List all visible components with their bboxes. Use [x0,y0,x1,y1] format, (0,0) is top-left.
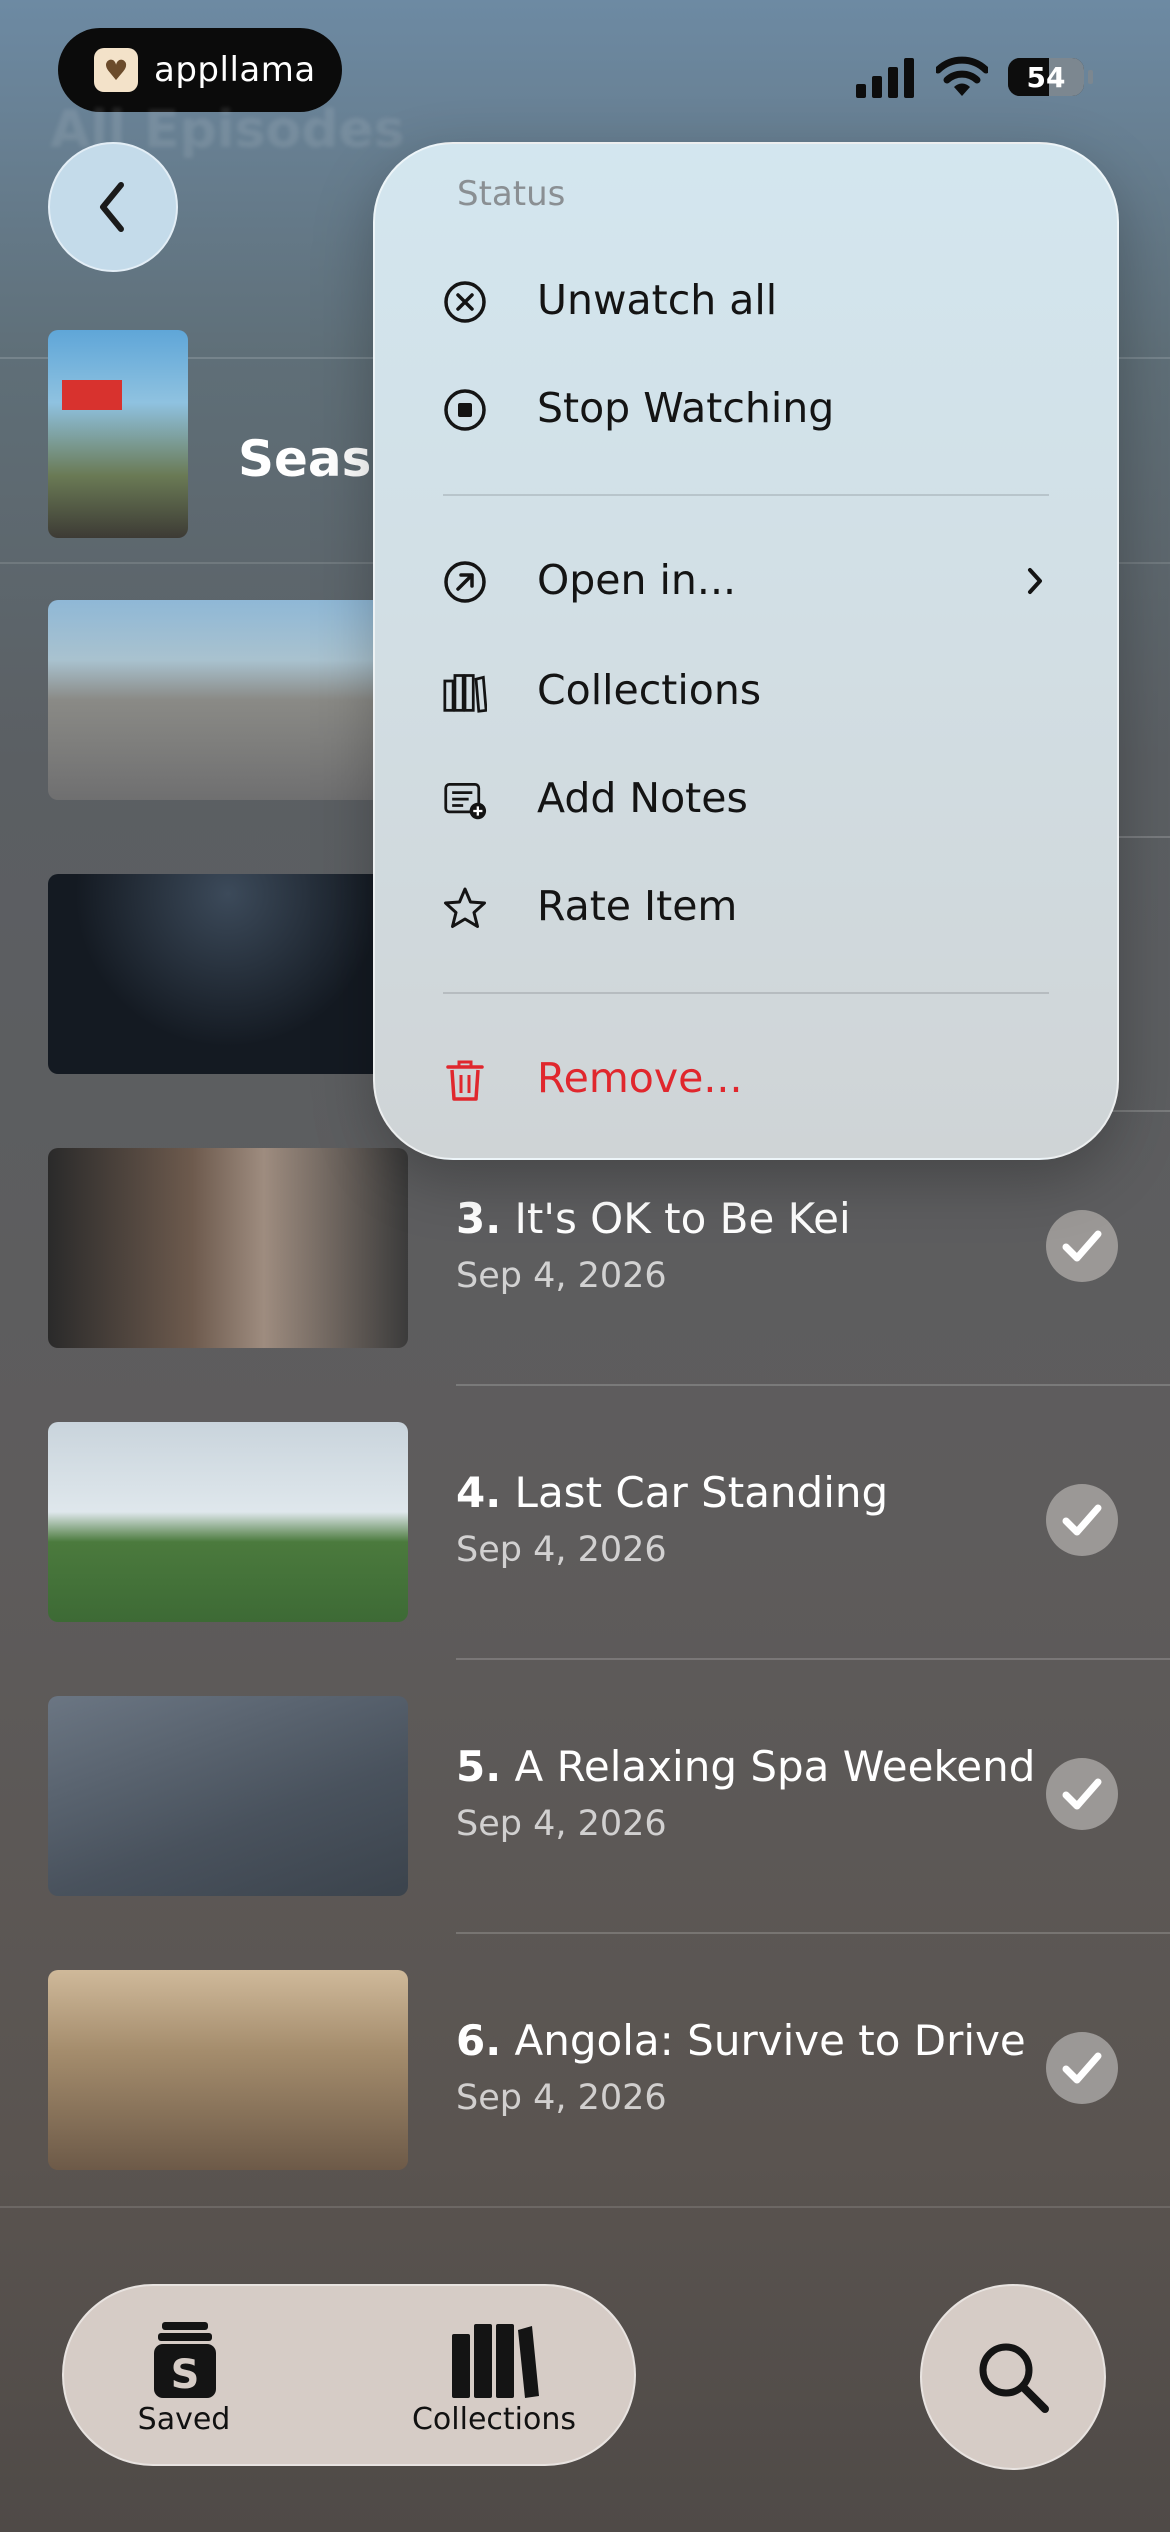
back-button[interactable] [48,142,178,272]
episode-title: 6. Angola: Survive to Drive [456,2016,1026,2065]
episode-thumbnail [48,1970,408,2170]
divider [456,1932,1170,1934]
watched-checkmark-button[interactable] [1046,2032,1118,2104]
watched-checkmark-button[interactable] [1046,1758,1118,1830]
tab-label: Collections [411,2402,577,2437]
books-icon [443,674,487,713]
cellular-signal-icon [856,58,914,98]
episode-date: Sep 4, 2026 [456,1256,667,1296]
checkmark-icon [1062,2052,1102,2084]
checkmark-icon [1062,1504,1102,1536]
menu-item-label: Stop Watching [537,384,835,432]
season-poster [48,330,188,538]
menu-item-rate-item[interactable]: Rate Item [375,856,1117,956]
episode-date: Sep 4, 2026 [456,1804,667,1844]
checkmark-icon [1062,1230,1102,1262]
search-icon [979,2343,1049,2413]
llama-logo-icon: ♥ [94,48,138,92]
search-button[interactable] [920,2284,1106,2470]
chevron-right-icon [1028,568,1042,594]
menu-item-label: Collections [537,666,762,714]
episode-thumbnail [48,1422,408,1622]
trash-icon [446,1060,484,1101]
note-add-icon [444,783,487,820]
menu-separator [443,494,1049,496]
episode-row[interactable]: 5. A Relaxing Spa Weekend Sep 4, 2026 [0,1696,1170,1970]
poster-banner [62,380,122,410]
menu-item-label: Remove... [537,1054,743,1102]
stop-circle-icon [444,389,486,431]
episode-date: Sep 4, 2026 [456,1530,667,1570]
battery-icon: 54 [1008,58,1084,96]
svg-text:S: S [171,2352,200,2398]
watched-checkmark-button[interactable] [1046,1484,1118,1556]
arrow-up-right-circle-icon [444,561,486,603]
divider [0,2206,1170,2208]
menu-separator [443,992,1049,994]
tab-saved[interactable]: S Saved [84,2286,284,2468]
episode-title: 4. Last Car Standing [456,1468,889,1517]
star-icon [444,887,486,928]
episode-1-thumbnail[interactable] [48,600,408,800]
battery-level: 54 [1026,60,1066,94]
menu-item-label: Open in... [537,556,737,604]
chevron-left-icon [100,182,124,232]
menu-item-label: Rate Item [537,882,738,930]
episode-title: 3. It's OK to Be Kei [456,1194,851,1243]
episode-row[interactable]: 3. It's OK to Be Kei Sep 4, 2026 [0,1148,1170,1422]
checkmark-icon [1062,1778,1102,1810]
menu-item-unwatch-all[interactable]: Unwatch all [375,250,1117,350]
menu-item-stop-watching[interactable]: Stop Watching [375,358,1117,458]
divider [456,1658,1170,1660]
episode-2-thumbnail[interactable] [48,874,408,1074]
episode-row[interactable]: 4. Last Car Standing Sep 4, 2026 [0,1422,1170,1696]
battery-cap [1088,70,1093,84]
menu-item-label: Add Notes [537,774,748,822]
tab-label: Saved [137,2402,231,2437]
menu-section-title: Status [457,174,566,214]
menu-item-add-notes[interactable]: Add Notes [375,748,1117,848]
context-menu: Status Unwatch all Stop Watching Open in… [373,142,1119,1160]
menu-item-label: Unwatch all [537,276,778,324]
tab-collections[interactable]: Collections [364,2286,624,2468]
episode-thumbnail [48,1148,408,1348]
saved-bag-icon: S [154,2322,216,2398]
watched-checkmark-button[interactable] [1046,1210,1118,1282]
episode-date: Sep 4, 2026 [456,2078,667,2118]
wifi-icon [936,56,988,96]
menu-item-collections[interactable]: Collections [375,640,1117,740]
tab-bar: S Saved Collections [62,2284,636,2466]
episode-row[interactable]: 6. Angola: Survive to Drive Sep 4, 2026 [0,1970,1170,2244]
x-circle-icon [444,281,486,323]
divider [456,1384,1170,1386]
menu-item-open-in[interactable]: Open in... [375,530,1117,630]
episode-title: 5. A Relaxing Spa Weekend [456,1742,1036,1791]
episode-thumbnail [48,1696,408,1896]
books-icon [452,2324,539,2398]
brand-name: appllama [154,50,316,90]
menu-item-remove[interactable]: Remove... [375,1028,1117,1128]
